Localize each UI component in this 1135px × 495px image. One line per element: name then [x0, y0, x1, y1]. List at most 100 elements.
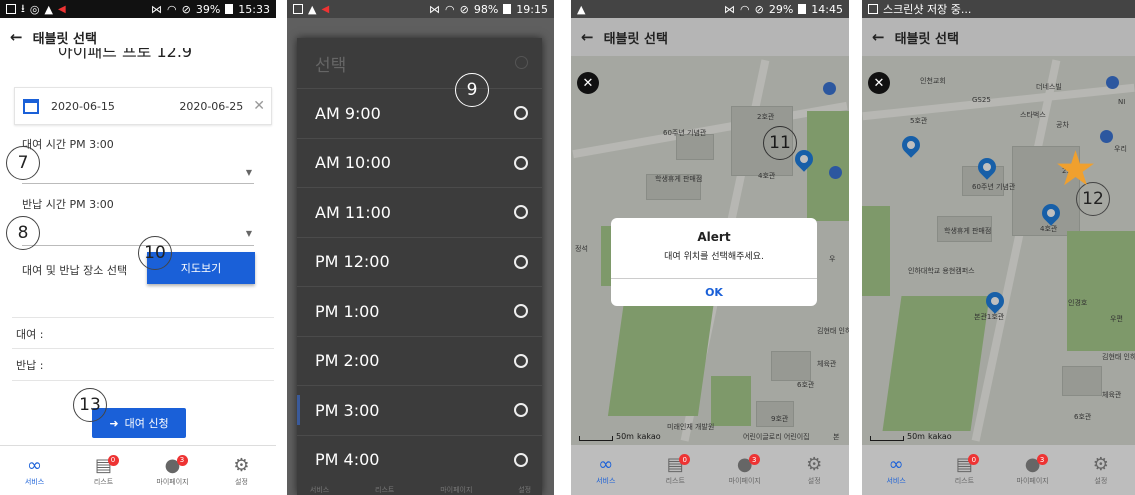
campus-map[interactable]: 인천교회 더네스빌 GS25 스타벅스 공차 5호관 2호관 60주년 기념관 …	[862, 56, 1135, 445]
nav-list[interactable]: ▤ 0 리스트	[939, 454, 989, 486]
radio-icon[interactable]	[514, 254, 528, 269]
map-label: 미래인재 개발원	[667, 423, 715, 431]
nav-list[interactable]: ▤ 0 리스트	[650, 454, 700, 486]
map-label: 9호관	[771, 415, 789, 423]
nav-list[interactable]: ▤ 0 리스트	[79, 454, 129, 487]
clock: 19:15	[516, 2, 548, 16]
radio-icon	[515, 56, 528, 69]
annotation-13: 13	[73, 388, 107, 422]
return-time-dropdown[interactable]	[22, 245, 254, 246]
wifi-icon: ◠	[167, 2, 177, 16]
nav-mypage[interactable]: ● 3 마이페이지	[720, 454, 770, 486]
nav-mypage[interactable]: ● 3 마이페이지	[148, 454, 198, 487]
time-option[interactable]: PM 3:00	[297, 385, 542, 435]
time-option[interactable]: PM 2:00	[297, 335, 542, 386]
option-label: PM 2:00	[315, 351, 380, 371]
rent-time-dropdown[interactable]	[22, 183, 254, 184]
back-arrow-icon[interactable]: ←	[10, 28, 23, 46]
chevron-down-icon[interactable]: ▼	[246, 168, 252, 177]
bottom-nav: ∞ 서비스 ▤ 0 리스트 ● 3 마이페이지 ⚙ 설정	[862, 445, 1135, 495]
map-label: 스타벅스	[1020, 111, 1046, 119]
nav-label: 설정	[1094, 477, 1108, 485]
map-label: 5호관	[910, 117, 928, 125]
alarm-icon: ◎	[29, 2, 40, 16]
divider	[12, 317, 274, 318]
map-label: 체육관	[817, 360, 837, 368]
nav-service[interactable]: ∞ 서비스	[871, 454, 921, 486]
back-arrow-icon[interactable]: ←	[581, 28, 594, 46]
link-icon: ∞	[598, 454, 614, 475]
warning-icon: ▲	[577, 2, 586, 16]
signal-icon: ⋈	[151, 2, 163, 16]
bottom-nav: ∞ 서비스 ▤ 0 리스트 ● 3 마이페이지 ⚙ 설정	[0, 445, 276, 495]
screen-map-selected: 스크린샷 저장 중... ← 태블릿 선택 인천교회 더네스빌 GS25 스타벅…	[862, 0, 1135, 495]
list-badge: 0	[679, 454, 691, 465]
close-icon[interactable]: ✕	[868, 72, 890, 94]
list-badge: 0	[968, 454, 980, 465]
alert-ok-button[interactable]: OK	[611, 278, 817, 306]
screenshot-icon	[6, 4, 16, 14]
chevron-down-icon[interactable]: ▼	[246, 229, 252, 238]
rent-time-label: 대여 시간 PM 3:00	[22, 138, 114, 151]
time-option[interactable]: AM 9:00	[297, 88, 542, 138]
radio-icon[interactable]	[514, 452, 528, 467]
radio-icon[interactable]	[514, 403, 528, 418]
nav-settings[interactable]: ⚙ 설정	[1076, 454, 1126, 486]
page-title: 태블릿 선택	[894, 31, 959, 47]
battery-icon	[798, 4, 807, 14]
page-title: 태블릿 선택	[32, 31, 97, 47]
radio-icon[interactable]	[514, 304, 528, 319]
map-label: GS25	[972, 96, 991, 104]
green-area	[607, 301, 715, 416]
link-icon: ∞	[888, 454, 904, 475]
green-area	[862, 206, 890, 296]
nav-service[interactable]: ∞ 서비스	[581, 454, 631, 486]
time-option[interactable]: PM 12:00	[297, 236, 542, 287]
location-pin-icon[interactable]	[898, 132, 924, 158]
option-label: PM 12:00	[315, 252, 390, 272]
map-label: 2호관	[757, 113, 775, 121]
start-date: 2020-06-15	[51, 99, 115, 113]
map-label: 공차	[1056, 121, 1069, 129]
time-option[interactable]: PM 4:00	[297, 434, 542, 485]
nav-settings[interactable]: ⚙ 설정	[789, 454, 839, 486]
bus-stop-icon	[829, 166, 842, 179]
nav-label: 서비스	[886, 477, 906, 485]
green-area	[711, 376, 751, 426]
nav-mypage[interactable]: ● 3 마이페이지	[1008, 454, 1058, 486]
radio-icon[interactable]	[514, 205, 528, 220]
bottom-nav: ∞ 서비스 ▤ 0 리스트 ● 3 마이페이지 ⚙ 설정	[571, 445, 849, 495]
selected-star-icon: ★	[1054, 141, 1098, 197]
radio-icon[interactable]	[514, 155, 528, 170]
kakao-logo: kakao	[927, 432, 952, 441]
calendar-icon	[23, 98, 39, 114]
dnd-icon: ⊘	[459, 2, 469, 16]
warning-icon: ▲	[308, 2, 317, 16]
map-label: 김현태 인하드림	[817, 327, 849, 335]
map-scale: 50m kakao	[579, 432, 661, 441]
clear-icon[interactable]: ✕	[253, 98, 265, 114]
rent-request-button[interactable]: ➜ 대여 신청	[92, 408, 186, 438]
close-icon[interactable]: ✕	[577, 72, 599, 94]
divider	[12, 348, 274, 349]
return-place-field: 반납 :	[16, 359, 44, 372]
nav-service[interactable]: ∞ 서비스	[10, 455, 60, 487]
radio-icon[interactable]	[514, 106, 528, 121]
option-label: AM 10:00	[315, 153, 391, 173]
radio-icon[interactable]	[514, 353, 528, 368]
date-range-picker[interactable]: 2020-06-15 2020-06-25 ✕	[14, 87, 272, 125]
screen-map-alert: ▲ ⋈ ◠ ⊘ 29% 14:45 ← 태블릿 선택 2호관 60주년 기념관 4호관 …	[571, 0, 849, 495]
green-area	[807, 111, 849, 221]
time-option[interactable]: AM 11:00	[297, 187, 542, 237]
status-bar: ⭳ ◎ ▲ ◀ ⋈ ◠ ⊘ 39% 15:33	[0, 0, 276, 18]
wifi-icon: ◠	[445, 2, 455, 16]
nav-settings[interactable]: ⚙ 설정	[217, 455, 267, 487]
scale-bar	[870, 436, 904, 441]
time-option[interactable]: AM 10:00	[297, 137, 542, 188]
divider	[12, 380, 274, 381]
link-icon: ∞	[27, 454, 42, 476]
back-arrow-icon[interactable]: ←	[872, 28, 885, 46]
map-label: 김현태 인하드림센	[1102, 353, 1135, 361]
map-label: 체육관	[1102, 391, 1122, 399]
time-option[interactable]: PM 1:00	[297, 286, 542, 336]
